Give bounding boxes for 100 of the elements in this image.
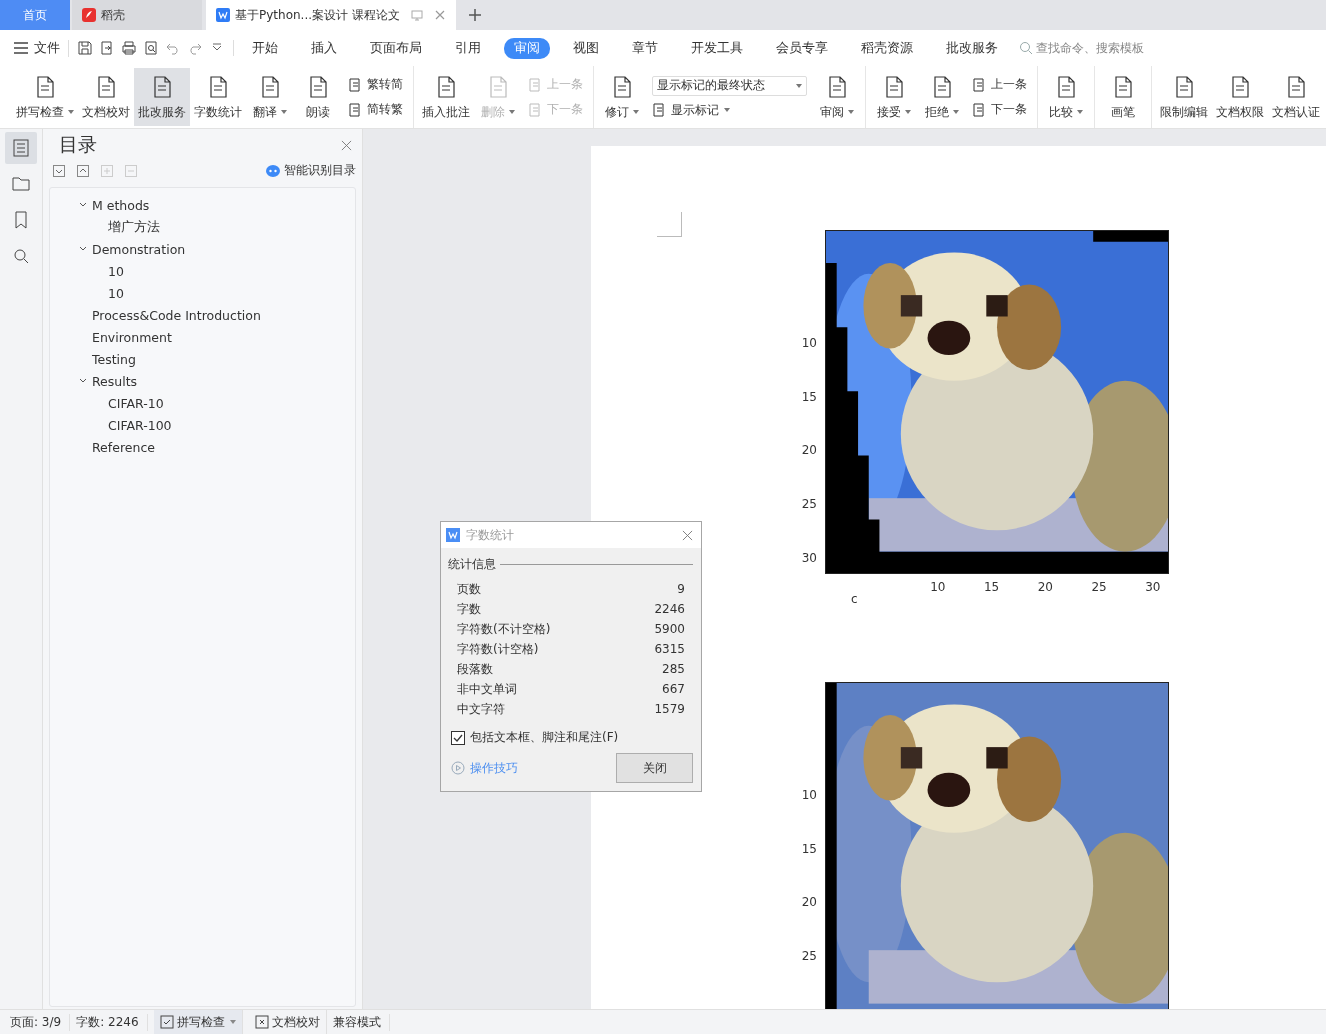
ribbon-button[interactable]: 文档校对 xyxy=(78,68,134,126)
ribbon-button[interactable]: 拼写检查 xyxy=(12,68,78,126)
axis-tick-label: 25 xyxy=(1091,580,1107,594)
page-count[interactable]: 页面: 3/9 xyxy=(10,1013,71,1031)
stat-label: 字符数(计空格) xyxy=(457,640,539,658)
axis-tick-label: 10 xyxy=(930,580,946,594)
axis-tick-label: 20 xyxy=(1037,580,1053,594)
ribbon-tab[interactable]: 批改服务 xyxy=(936,37,1008,59)
document-tab[interactable]: 稻壳 xyxy=(72,0,202,30)
stat-label: 段落数 xyxy=(457,660,493,678)
new-tab-icon[interactable] xyxy=(467,8,482,22)
toc-item[interactable]: Reference xyxy=(50,436,355,458)
ribbon-button[interactable]: 朗读 xyxy=(294,68,342,126)
caret-icon xyxy=(724,108,730,112)
stat-value: 1579 xyxy=(654,702,685,716)
ribbon-button[interactable]: 限制编辑 xyxy=(1156,68,1212,126)
proofread-button[interactable]: 文档校对 xyxy=(248,1010,327,1034)
spell-check-button[interactable]: 拼写检查 xyxy=(153,1010,243,1034)
toc-item[interactable]: M ethods xyxy=(50,194,355,216)
close-icon[interactable] xyxy=(341,139,352,151)
dialog-title: 字数统计 xyxy=(466,526,514,544)
ribbon-tab[interactable]: 开发工具 xyxy=(681,37,753,59)
toc-item[interactable]: 10 xyxy=(50,282,355,304)
ribbon-small-button[interactable]: 简转繁 xyxy=(348,101,403,118)
menu-icon xyxy=(14,42,28,54)
writer-logo-icon xyxy=(216,8,230,22)
ribbon-button[interactable]: 拒绝 xyxy=(918,68,966,126)
collapse-all-icon[interactable] xyxy=(77,164,89,177)
cross-box-icon xyxy=(254,1015,269,1029)
file-menu-button[interactable]: 文件 xyxy=(14,39,69,57)
word-count[interactable]: 字数: 2246 xyxy=(76,1013,148,1031)
axis-tick-label: 30 xyxy=(1145,580,1161,594)
document-tab[interactable]: 基于Python...案设计 课程论文 xyxy=(206,0,456,30)
outline-icon[interactable] xyxy=(5,132,37,164)
caret-icon xyxy=(229,1020,236,1024)
stat-label: 中文字符 xyxy=(457,700,505,718)
toc-item[interactable]: 增广方法 xyxy=(50,216,355,238)
export-icon[interactable] xyxy=(99,40,115,56)
stat-value: 2246 xyxy=(654,602,685,616)
ribbon-button[interactable]: 审阅 xyxy=(813,68,861,126)
ribbon-button[interactable]: 翻译 xyxy=(246,68,294,126)
show-markup-button[interactable]: 显示标记 xyxy=(652,101,807,119)
ribbon-small-button[interactable]: 繁转简 xyxy=(348,76,403,93)
ribbon-button[interactable]: 字数统计 xyxy=(190,68,246,126)
checkbox[interactable] xyxy=(451,730,465,745)
markup-mode-dropdown[interactable]: 显示标记的最终状态 xyxy=(652,75,807,96)
ribbon-small-button[interactable]: 下一条 xyxy=(972,101,1027,118)
ribbon-tab[interactable]: 章节 xyxy=(622,37,668,59)
ribbon-tab[interactable]: 视图 xyxy=(563,37,609,59)
ribbon-button[interactable]: 修订 xyxy=(598,68,646,126)
close-icon[interactable] xyxy=(433,9,446,21)
play-icon xyxy=(451,761,465,775)
close-icon[interactable] xyxy=(682,529,693,541)
preview-icon[interactable] xyxy=(143,40,159,56)
ribbon-tab[interactable]: 引用 xyxy=(445,37,491,59)
checkmark-icon xyxy=(159,1015,174,1029)
axis-tick-label: 25 xyxy=(801,949,817,964)
checkbox-label[interactable]: 包括文本框、脚注和尾注(F) xyxy=(470,729,619,746)
axis-tick-label: 15 xyxy=(801,389,817,404)
axis-tick-label: 10 xyxy=(801,335,817,350)
toc-item[interactable]: Environment xyxy=(50,326,355,348)
ribbon-button[interactable]: 接受 xyxy=(870,68,918,126)
expand-all-icon[interactable] xyxy=(53,164,65,177)
app-logo-icon xyxy=(82,8,96,22)
ribbon-tab[interactable]: 插入 xyxy=(301,37,347,59)
toc-item[interactable]: CIFAR-100 xyxy=(50,414,355,436)
print-icon[interactable] xyxy=(121,40,137,56)
compat-mode-label: 兼容模式 xyxy=(332,1013,390,1031)
caret-icon xyxy=(796,83,802,88)
search-icon xyxy=(1019,41,1033,55)
axis-tick-label: 15 xyxy=(801,841,817,856)
ribbon-tab[interactable]: 页面布局 xyxy=(360,37,432,59)
ribbon-button[interactable]: 插入批注 xyxy=(418,68,474,126)
ribbon-button[interactable]: 文档权限 xyxy=(1212,68,1268,126)
toc-item[interactable]: Demonstration xyxy=(50,238,355,260)
toc-item[interactable]: 10 xyxy=(50,260,355,282)
toc-item[interactable]: Process&Code Introduction xyxy=(50,304,355,326)
ribbon-small-button[interactable]: 上一条 xyxy=(972,76,1027,93)
toc-item[interactable]: CIFAR-10 xyxy=(50,392,355,414)
stat-value: 285 xyxy=(662,662,685,676)
toc-item[interactable]: Results xyxy=(50,370,355,392)
axis-note: c xyxy=(851,592,858,606)
ribbon-button[interactable]: 画笔 xyxy=(1099,68,1147,126)
stat-label: 字数 xyxy=(457,600,481,618)
close-button[interactable]: 关闭 xyxy=(616,753,693,783)
toc-item[interactable]: Testing xyxy=(50,348,355,370)
axis-tick-label: 30 xyxy=(801,550,817,565)
ribbon-button[interactable]: 文档认证 xyxy=(1268,68,1324,126)
stat-value: 9 xyxy=(677,582,685,596)
smart-toc-link[interactable]: 智能识别目录 xyxy=(266,162,356,179)
save-icon[interactable] xyxy=(77,40,93,56)
stat-label: 字符数(不计空格) xyxy=(457,620,551,638)
axis-tick-label: 10 xyxy=(801,787,817,802)
ribbon-tab[interactable]: 稻壳资源 xyxy=(851,37,923,59)
stat-value: 667 xyxy=(662,682,685,696)
ribbon-button[interactable]: 批改服务 xyxy=(134,68,190,126)
stat-value: 6315 xyxy=(654,642,685,656)
ribbon-tab[interactable]: 会员专享 xyxy=(766,37,838,59)
ribbon-button[interactable]: 比较 xyxy=(1042,68,1090,126)
ribbon-tab[interactable]: 开始 xyxy=(242,37,288,59)
